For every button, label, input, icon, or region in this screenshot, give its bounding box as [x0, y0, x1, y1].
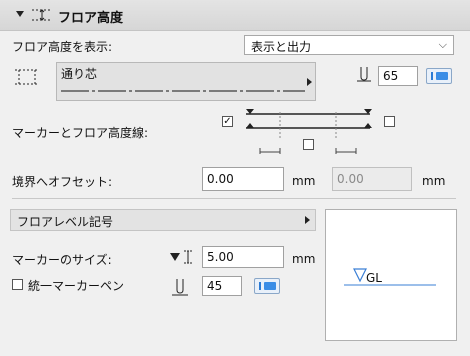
display-select-value: 表示と出力	[251, 40, 312, 54]
section-divider	[12, 198, 456, 199]
display-label: フロア高度を表示:	[12, 40, 113, 54]
floor-level-symbol-selector[interactable]: フロアレベル記号	[10, 209, 316, 231]
line-type-name: 通り芯	[61, 67, 98, 81]
floor-line-icon	[15, 69, 39, 85]
marker-line-center-checkbox[interactable]	[303, 139, 314, 150]
offset-unit-1: mm	[292, 174, 316, 188]
marker-pen-input[interactable]: 45	[202, 276, 242, 296]
marker-line-label: マーカーとフロア高度線:	[12, 126, 149, 140]
offset-unit-2: mm	[422, 174, 446, 188]
preview-label: GL	[366, 271, 382, 285]
offset-input-1[interactable]: 0.00	[202, 167, 284, 191]
line-type-preview	[61, 90, 305, 92]
line-pen-input[interactable]: 65	[378, 66, 418, 86]
offset-label: 境界へオフセット:	[12, 175, 113, 189]
pen-weight-icon	[259, 282, 261, 290]
uniform-pen-checkbox[interactable]	[12, 279, 23, 290]
marker-pen-color-button[interactable]	[254, 278, 280, 294]
marker-size-icon	[170, 250, 192, 264]
floor-height-icon	[32, 9, 52, 21]
collapse-arrow-icon[interactable]	[16, 11, 24, 17]
display-select[interactable]: 表示と出力 ⌵	[244, 35, 454, 55]
pen-icon	[172, 279, 188, 296]
panel-title: フロア高度	[58, 11, 124, 26]
line-type-selector[interactable]: 通り芯	[56, 62, 316, 101]
level-marker-symbol	[344, 268, 436, 286]
marker-line-right-checkbox[interactable]	[384, 116, 395, 127]
pen-weight-icon	[431, 72, 433, 80]
marker-size-input[interactable]: 5.00	[202, 246, 284, 268]
marker-size-unit: mm	[292, 252, 316, 266]
pen-icon	[357, 67, 371, 82]
chevron-right-icon	[305, 216, 310, 224]
uniform-pen-label: 統一マーカーペン	[28, 279, 125, 293]
line-pen-color-button[interactable]	[426, 68, 452, 84]
floor-level-symbol-title: フロアレベル記号	[17, 215, 114, 229]
pen-color-swatch	[436, 72, 448, 80]
pen-color-swatch	[264, 282, 276, 290]
offset-input-2: 0.00	[332, 167, 412, 191]
chevron-down-icon: ⌵	[438, 38, 447, 51]
symbol-preview: GL	[325, 209, 457, 341]
chevron-right-icon	[307, 78, 312, 86]
marker-line-left-checkbox[interactable]: ✓	[222, 116, 233, 127]
marker-size-label: マーカーのサイズ:	[12, 253, 112, 267]
